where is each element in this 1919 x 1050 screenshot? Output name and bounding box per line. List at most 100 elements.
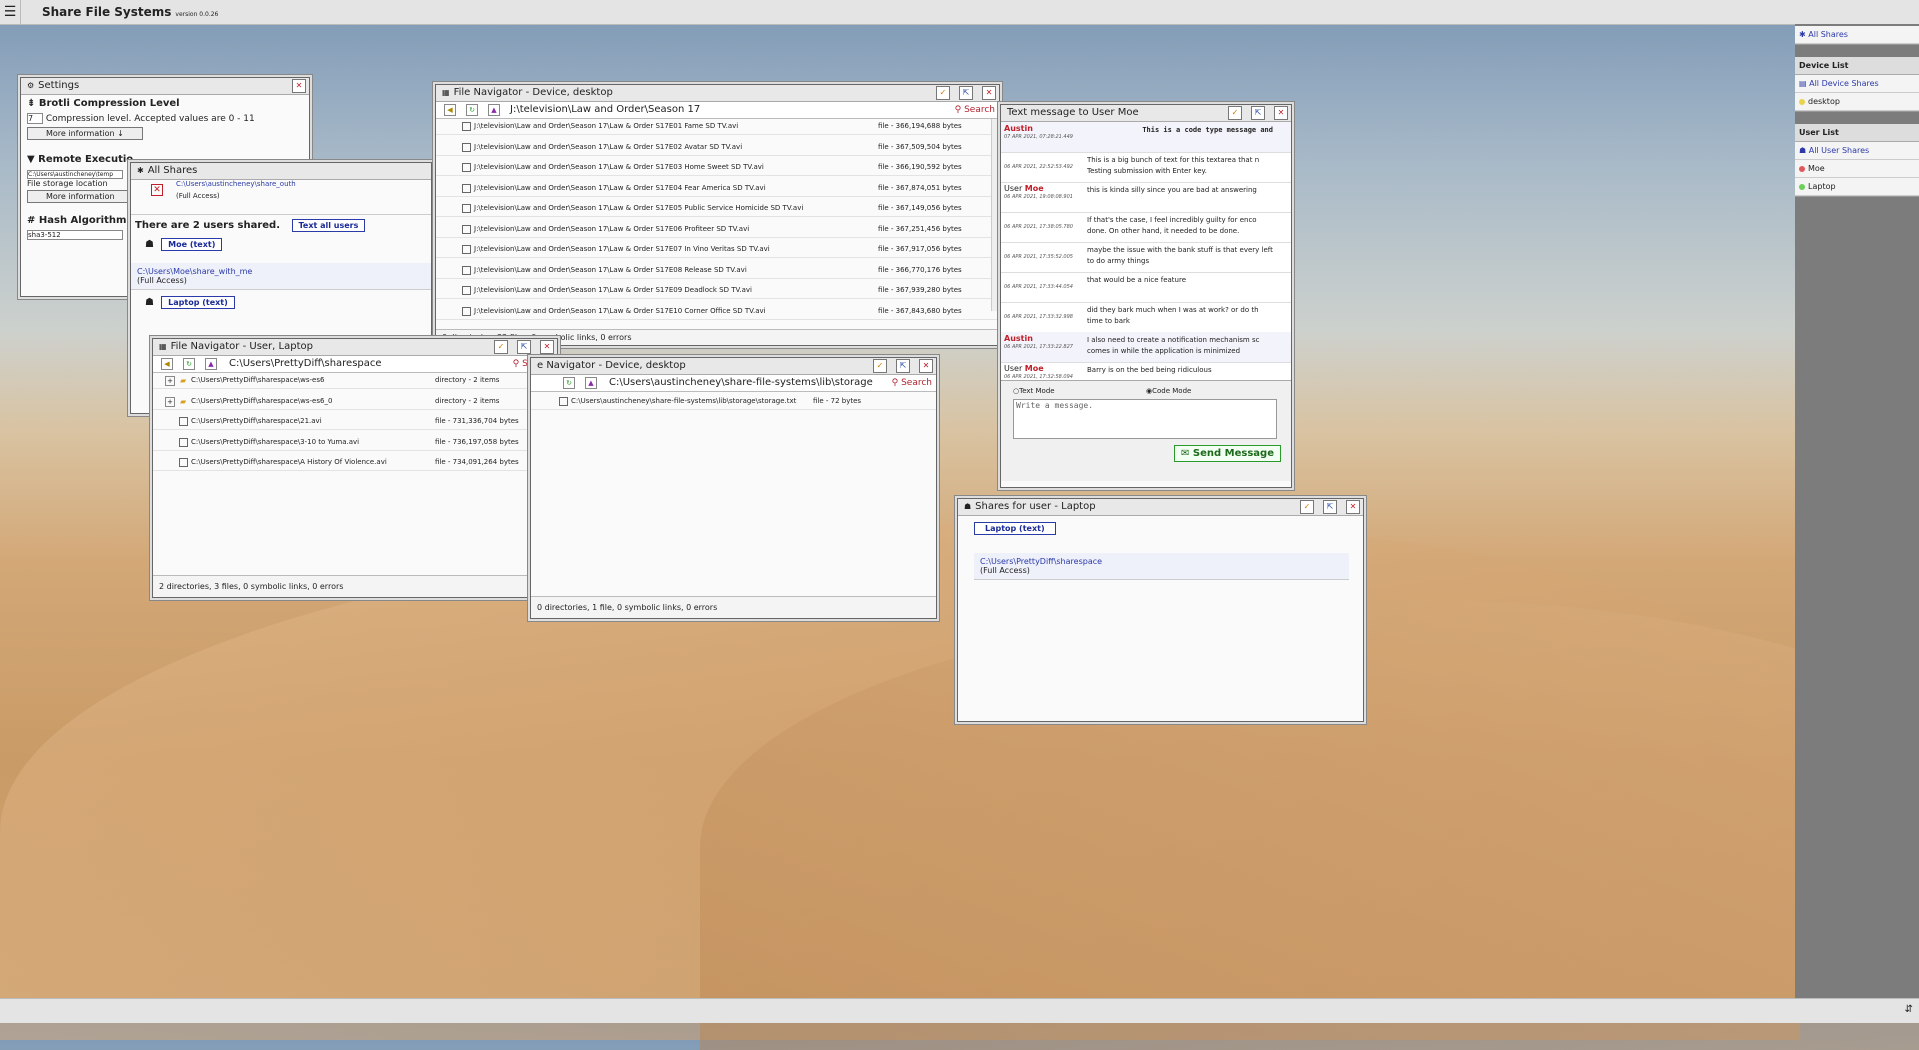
resize-icon[interactable]: ⇵ bbox=[1905, 1004, 1913, 1015]
expand-icon[interactable]: + bbox=[165, 396, 175, 407]
share-row[interactable]: C:\Users\Moe\share_with_me (Full Access) bbox=[131, 263, 431, 290]
minimize-button[interactable]: ✓ bbox=[873, 359, 887, 373]
file-list: + ▰ C:\Users\PrettyDiff\sharespace\ws-es6 d… bbox=[153, 373, 557, 563]
minimize-button[interactable]: ✓ bbox=[1300, 500, 1314, 514]
maximize-button[interactable]: ⇱ bbox=[896, 359, 910, 373]
file-row[interactable]: C:\Users\austincheney\share-file-systems… bbox=[531, 394, 936, 410]
file-navigator-desktop-window[interactable]: ▦ File Navigator - Device, desktop ✓ ⇱ ✕ ◀ … bbox=[435, 84, 1000, 346]
text-message-window[interactable]: Text message to User Moe ✓ ⇱ ✕ Austin 07 AP… bbox=[1000, 104, 1292, 488]
sidebar-all-device-shares[interactable]: ▤ All Device Shares bbox=[1795, 75, 1919, 93]
share-path[interactable]: C:\Users\PrettyDiff\sharespace bbox=[980, 557, 1343, 566]
laptop-text-button[interactable]: Laptop (text) bbox=[161, 296, 235, 309]
close-button[interactable]: ✕ bbox=[1274, 106, 1288, 120]
minimize-button[interactable]: ✓ bbox=[494, 340, 508, 354]
maximize-button[interactable]: ⇱ bbox=[959, 86, 973, 100]
file-size: file - 366,194,688 bytes bbox=[878, 122, 962, 130]
brotli-input[interactable]: 7 bbox=[27, 113, 43, 124]
window-titlebar[interactable]: ⚙ Settings ✕ bbox=[21, 78, 309, 95]
hash-select[interactable]: sha3-512 bbox=[27, 230, 123, 240]
file-row[interactable]: J:\television\Law and Order\Season 17\La… bbox=[436, 181, 999, 197]
send-message-button[interactable]: ✉ Send Message bbox=[1174, 445, 1281, 462]
refresh-icon[interactable]: ↻ bbox=[466, 104, 478, 116]
close-button[interactable]: ✕ bbox=[982, 86, 996, 100]
file-navigator-storage-window[interactable]: e Navigator - Device, desktop ✓ ⇱ ✕ ↻ ▲ C:… bbox=[530, 357, 937, 619]
window-titlebar[interactable]: ☗ Shares for user - Laptop ✓ ⇱ ✕ bbox=[958, 499, 1363, 516]
minimize-button[interactable]: ✓ bbox=[1228, 106, 1242, 120]
shares-icon: ✱ bbox=[1799, 30, 1809, 39]
sidebar-user-moe[interactable]: Moe bbox=[1795, 160, 1919, 178]
minimize-button[interactable]: ✓ bbox=[936, 86, 950, 100]
address-input[interactable]: C:\Users\austincheney\share-file-systems… bbox=[609, 375, 873, 391]
sidebar-device-desktop[interactable]: desktop bbox=[1795, 93, 1919, 111]
refresh-icon[interactable]: ↻ bbox=[183, 358, 195, 370]
window-titlebar[interactable]: ▦ File Navigator - Device, desktop ✓ ⇱ ✕ bbox=[436, 85, 999, 102]
close-button[interactable]: ✕ bbox=[919, 359, 933, 373]
user-icon: ☗ bbox=[145, 239, 158, 250]
file-navigator-laptop-window[interactable]: ▦ File Navigator - User, Laptop ✓ ⇱ ✕ ◀ ↻ ▲… bbox=[152, 338, 558, 598]
file-row[interactable]: J:\television\Law and Order\Season 17\La… bbox=[436, 263, 999, 279]
more-info-button[interactable]: More information bbox=[27, 190, 134, 203]
window-titlebar[interactable]: ✱ All Shares bbox=[131, 163, 431, 180]
file-row[interactable]: J:\television\Law and Order\Season 17\La… bbox=[436, 242, 999, 258]
sidebar-user-laptop[interactable]: Laptop bbox=[1795, 178, 1919, 196]
file-row[interactable]: C:\Users\PrettyDiff\sharespace\A History… bbox=[153, 455, 557, 471]
sidebar-all-user-shares[interactable]: ☗ All User Shares bbox=[1795, 142, 1919, 160]
window-titlebar[interactable]: ▦ File Navigator - User, Laptop ✓ ⇱ ✕ bbox=[153, 339, 557, 356]
parent-icon[interactable]: ▲ bbox=[585, 377, 597, 389]
file-row[interactable]: C:\Users\PrettyDiff\sharespace\3-10 to Y… bbox=[153, 435, 557, 451]
message-author: Austin bbox=[1004, 334, 1033, 343]
file-row[interactable]: J:\television\Law and Order\Season 17\La… bbox=[436, 140, 999, 156]
maximize-button[interactable]: ⇱ bbox=[517, 340, 531, 354]
file-row[interactable]: J:\television\Law and Order\Season 17\La… bbox=[436, 304, 999, 320]
close-button[interactable]: ✕ bbox=[292, 79, 306, 93]
file-size: directory - 2 items bbox=[435, 396, 500, 405]
parent-icon[interactable]: ▲ bbox=[488, 104, 500, 116]
file-row[interactable]: J:\television\Law and Order\Season 17\La… bbox=[436, 283, 999, 299]
window-titlebar[interactable]: Text message to User Moe ✓ ⇱ ✕ bbox=[1001, 105, 1291, 122]
file-size: file - 736,197,058 bytes bbox=[435, 437, 519, 446]
share-path[interactable]: C:\Users\Moe\share_with_me bbox=[137, 267, 425, 276]
search-button[interactable]: ⚲ Search bbox=[892, 375, 932, 391]
file-icon bbox=[462, 306, 471, 316]
refresh-icon[interactable]: ↻ bbox=[563, 377, 575, 389]
text-mode-radio[interactable]: ○Text Mode bbox=[1013, 387, 1055, 395]
file-row[interactable]: J:\television\Law and Order\Season 17\La… bbox=[436, 160, 999, 176]
file-row[interactable]: J:\television\Law and Order\Season 17\La… bbox=[436, 119, 999, 135]
parent-icon[interactable]: ▲ bbox=[205, 358, 217, 370]
laptop-text-button[interactable]: Laptop (text) bbox=[974, 522, 1056, 535]
file-row[interactable]: C:\Users\PrettyDiff\sharespace\21.avi fil… bbox=[153, 414, 557, 430]
address-input[interactable]: C:\Users\PrettyDiff\sharespace bbox=[229, 356, 382, 372]
maximize-button[interactable]: ⇱ bbox=[1323, 500, 1337, 514]
close-button[interactable]: ✕ bbox=[540, 340, 554, 354]
back-icon[interactable]: ◀ bbox=[444, 104, 456, 116]
moe-text-button[interactable]: Moe (text) bbox=[161, 238, 223, 251]
file-list: J:\television\Law and Order\Season 17\La… bbox=[436, 119, 999, 327]
window-titlebar[interactable]: e Navigator - Device, desktop ✓ ⇱ ✕ bbox=[531, 358, 936, 375]
close-button[interactable]: ✕ bbox=[1346, 500, 1360, 514]
share-path[interactable]: C:\Users\austincheney\share_outh bbox=[176, 180, 296, 188]
scrollbar[interactable] bbox=[991, 119, 999, 311]
file-row[interactable]: J:\television\Law and Order\Season 17\La… bbox=[436, 222, 999, 238]
text-all-users-button[interactable]: Text all users bbox=[291, 219, 366, 232]
status-bar: 2 directories, 3 files, 0 symbolic links… bbox=[153, 575, 557, 597]
maximize-button[interactable]: ⇱ bbox=[1251, 106, 1265, 120]
remove-share-icon[interactable]: ✕ bbox=[151, 184, 163, 196]
storage-input[interactable]: C:\Users\austincheney\temp bbox=[27, 170, 123, 179]
device-icon: ▤ bbox=[1799, 79, 1810, 88]
file-icon bbox=[179, 437, 188, 447]
share-row[interactable]: C:\Users\PrettyDiff\sharespace (Full Acce… bbox=[974, 553, 1349, 580]
file-row[interactable]: J:\television\Law and Order\Season 17\La… bbox=[436, 201, 999, 217]
expand-icon[interactable]: + bbox=[165, 376, 175, 386]
back-icon[interactable]: ◀ bbox=[161, 358, 173, 370]
code-mode-radio[interactable]: ◉Code Mode bbox=[1146, 387, 1191, 395]
menu-icon[interactable]: ☰ bbox=[0, 0, 21, 24]
sidebar-all-shares[interactable]: ✱ All Shares bbox=[1795, 26, 1919, 44]
file-row[interactable]: + ▰ C:\Users\PrettyDiff\sharespace\ws-es6 d… bbox=[153, 373, 557, 389]
more-info-button[interactable]: More information ↓ bbox=[27, 127, 143, 140]
address-input[interactable]: J:\television\Law and Order\Season 17 bbox=[510, 102, 700, 118]
file-path: C:\Users\PrettyDiff\sharespace\ws-es6 bbox=[191, 376, 325, 384]
search-button[interactable]: ⚲ Search bbox=[955, 102, 995, 118]
shares-laptop-window[interactable]: ☗ Shares for user - Laptop ✓ ⇱ ✕ Laptop (te… bbox=[957, 498, 1364, 722]
message-input[interactable]: Write a message. bbox=[1013, 399, 1277, 439]
file-row[interactable]: + ▰ C:\Users\PrettyDiff\sharespace\ws-es6_… bbox=[153, 394, 557, 410]
